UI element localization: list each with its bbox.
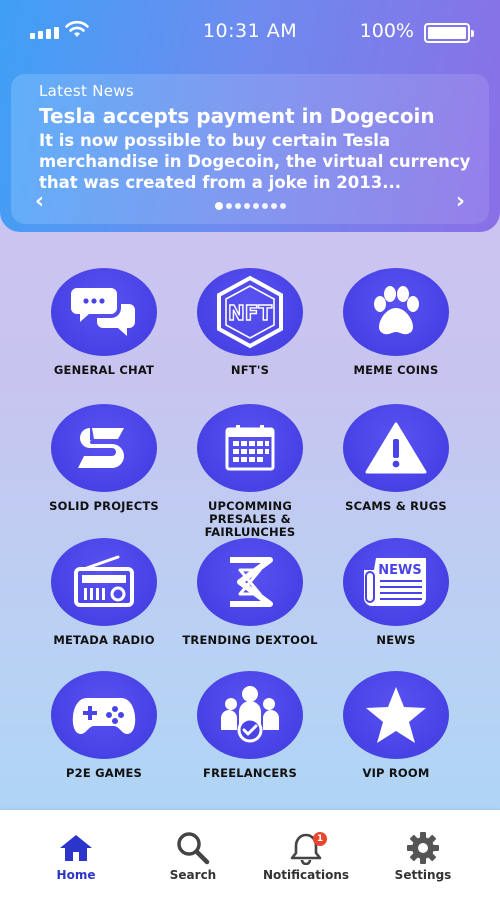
newspaper-icon: NEWS [343,538,449,626]
tile-label: GENERAL CHAT [53,363,155,377]
bell-icon: 1 [251,830,361,866]
tab-notifications[interactable]: 1 Notifications [251,830,361,882]
gear-icon [368,830,478,866]
search-icon [138,830,248,866]
carousel-dot[interactable] [270,203,277,209]
carousel-dot[interactable] [279,203,286,209]
tab-label: Settings [394,868,452,882]
tab-search[interactable]: Search [138,830,248,882]
tile-upcoming-presales[interactable]: UPCOMMING PRESALES & FAIRLUNCHES [175,404,325,539]
tile-label: TRENDING DEXTOOL [182,633,318,647]
tile-meme-coins[interactable]: MEME COINS [321,268,471,377]
tile-label: MEME COINS [353,363,439,377]
dextool-icon [197,538,303,626]
news-section-label: Latest News [39,82,134,100]
warning-icon [343,404,449,492]
news-carousel[interactable]: Latest News Tesla accepts payment in Dog… [11,74,489,224]
radio-icon [51,538,157,626]
chat-bubbles-icon [51,268,157,356]
tile-nfts[interactable]: NFT NFT'S [175,268,325,377]
status-bar: 10:31 AM 100% [0,18,500,48]
news-title[interactable]: Tesla accepts payment in Dogecoin [39,104,435,128]
carousel-dots[interactable] [11,202,489,210]
news-body: It is now possible to buy certain Tesla … [39,131,471,192]
gamepad-icon [51,671,157,759]
tile-freelancers[interactable]: FREELANCERS [175,671,325,780]
tab-label: Search [169,868,217,882]
tab-settings[interactable]: Settings [368,830,478,882]
tile-metada-radio[interactable]: METADA RADIO [29,538,179,647]
tab-label: Notifications [262,868,350,882]
tile-p2e-games[interactable]: P2E GAMES [29,671,179,780]
tile-label: SCAMS & RUGS [345,499,447,513]
carousel-dot[interactable] [234,203,241,209]
s-logo-icon [51,404,157,492]
carousel-dot[interactable] [214,202,223,210]
battery-percent: 100% [359,20,414,42]
tile-label: NFT'S [230,363,270,377]
battery-fill [428,27,466,39]
nft-hexagon-icon: NFT [197,268,303,356]
tile-scams-rugs[interactable]: SCAMS & RUGS [321,404,471,513]
carousel-dot[interactable] [261,203,268,209]
tile-label: VIP ROOM [362,766,430,780]
tile-label: METADA RADIO [53,633,155,647]
star-icon [343,671,449,759]
tile-label: UPCOMMING PRESALES & FAIRLUNCHES [204,499,296,539]
carousel-dot[interactable] [243,203,250,209]
header: 10:31 AM 100% Latest News Tesla accepts … [0,0,500,232]
freelancers-icon [197,671,303,759]
tile-solid-projects[interactable]: SOLID PROJECTS [29,404,179,513]
tile-trending-dextool[interactable]: TRENDING DEXTOOL [175,538,325,647]
tile-news[interactable]: NEWS NEWS [321,538,471,647]
tile-label: NEWS [376,633,416,647]
home-icon [21,830,131,866]
bottom-tab-bar: Home Search 1 Notifications Settings [0,810,500,900]
battery-icon [424,23,474,43]
tile-label: P2E GAMES [65,766,142,780]
carousel-dot[interactable] [225,203,232,209]
paw-icon [343,268,449,356]
carousel-dot[interactable] [252,203,259,209]
tab-label: Home [56,868,96,882]
tile-general-chat[interactable]: GENERAL CHAT [29,268,179,377]
tab-home[interactable]: Home [21,830,131,882]
svg-text:NFT: NFT [228,301,272,325]
tile-label: SOLID PROJECTS [49,499,159,513]
tile-label: FREELANCERS [203,766,297,780]
calendar-icon [197,404,303,492]
tile-vip-room[interactable]: VIP ROOM [321,671,471,780]
notification-badge: 1 [313,832,327,846]
svg-text:NEWS: NEWS [378,563,421,578]
